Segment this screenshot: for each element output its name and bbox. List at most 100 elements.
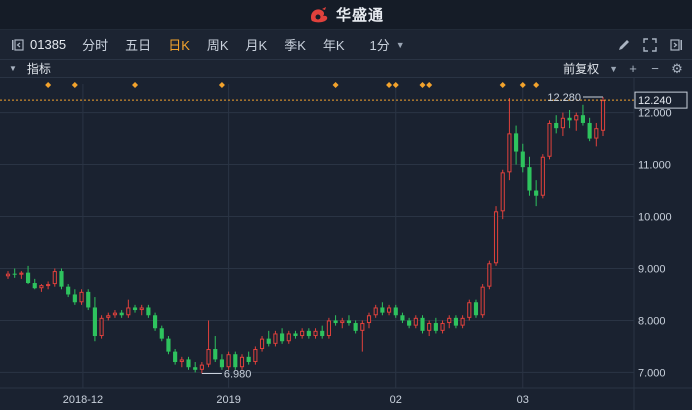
candle-body: [413, 317, 418, 326]
candle-body: [179, 359, 184, 363]
app-logo: 华盛通: [308, 4, 384, 25]
tab-daily-k[interactable]: 日K: [168, 35, 190, 54]
candle-body: [587, 122, 592, 139]
gear-icon[interactable]: ⚙: [670, 61, 684, 77]
candle-body: [373, 307, 378, 316]
x-tick-label: 2018-12: [63, 394, 103, 406]
candle-body: [547, 122, 552, 157]
candle-body: [366, 315, 372, 324]
candle-body: [86, 291, 91, 308]
candle-body: [393, 307, 398, 316]
interval-value: 1分: [369, 38, 390, 53]
candle-body: [500, 172, 505, 212]
candle-body: [554, 122, 559, 129]
tab-weekly-k[interactable]: 周K: [207, 35, 229, 54]
min-price-label: 6.980: [224, 368, 252, 380]
expand-icon[interactable]: [642, 37, 658, 53]
candle-body: [206, 349, 211, 365]
candle-body: [79, 291, 84, 303]
x-tick-label: 02: [390, 394, 402, 406]
candle-body: [153, 315, 158, 329]
candle-body: [286, 333, 291, 342]
tab-yearly-k[interactable]: 年K: [323, 35, 345, 54]
indicator-bar: ▼ 指标 前复权 ▼ + − ⚙: [0, 60, 692, 78]
candle-body: [420, 317, 425, 331]
candle-body: [473, 302, 479, 316]
candle-body: [353, 323, 358, 331]
candle-body: [487, 263, 492, 287]
tab-intraday[interactable]: 分时: [82, 35, 108, 54]
candle-body: [253, 349, 258, 363]
candle-body: [266, 338, 271, 344]
huasheng-logo-icon: [310, 6, 328, 22]
title-bar: 华盛通: [0, 0, 692, 30]
candle-body: [313, 330, 318, 337]
candle-body: [159, 328, 164, 339]
candle-body: [333, 320, 338, 324]
candle-body: [560, 117, 565, 129]
candle-body: [300, 330, 305, 337]
candle-body: [340, 320, 345, 324]
candle-body: [427, 323, 432, 331]
tab-monthly-k[interactable]: 月K: [246, 35, 268, 54]
stock-code: 01385: [30, 37, 67, 52]
current-price-label: 12.240: [638, 95, 672, 107]
candle-body: [66, 286, 71, 295]
kline-chart-svg[interactable]: 12.000 11.000 10.000 9.000 8.000 7.000 2018-12…: [0, 78, 692, 410]
add-icon[interactable]: +: [626, 61, 640, 76]
candle-body: [233, 354, 238, 368]
draw-pen-icon[interactable]: [616, 37, 632, 53]
candle-body: [5, 273, 11, 277]
candle-body: [219, 359, 225, 368]
candle-body: [447, 317, 452, 324]
candle-body: [400, 315, 405, 321]
indicator-button[interactable]: 指标: [27, 60, 51, 77]
collapse-panel-icon[interactable]: [10, 37, 26, 53]
candle-body: [186, 359, 191, 368]
candle-body: [346, 320, 352, 324]
candle-body: [460, 317, 465, 326]
x-tick-label: 03: [517, 394, 529, 406]
candle-body: [106, 315, 111, 318]
candle-body: [527, 167, 532, 191]
candle-body: [440, 323, 445, 331]
candle-body: [132, 307, 138, 311]
candle-body: [433, 323, 438, 331]
candle-body: [386, 307, 392, 313]
candle-body: [480, 286, 485, 316]
candle-body: [72, 294, 77, 303]
y-tick-label: 12.000: [638, 108, 672, 120]
candle-body: [126, 307, 131, 316]
candle-body: [259, 338, 265, 350]
candle-body: [567, 117, 572, 121]
candle-body: [239, 356, 245, 368]
candle-body: [193, 367, 198, 370]
candle-body: [280, 333, 285, 342]
minus-icon[interactable]: −: [648, 61, 662, 76]
candle-body: [467, 302, 472, 318]
y-tick-label: 10.000: [638, 212, 672, 224]
kline-chart[interactable]: 12.000 11.000 10.000 9.000 8.000 7.000 2018-12…: [0, 78, 692, 410]
y-tick-label: 11.000: [638, 160, 671, 172]
collapse-right-icon[interactable]: [668, 37, 684, 53]
candle-body: [380, 307, 385, 313]
candle-body: [39, 285, 44, 289]
chevron-down-icon: ▼: [395, 39, 405, 50]
candle-body: [306, 330, 311, 337]
candle-body: [173, 351, 178, 363]
candle-body: [166, 338, 171, 352]
chevron-down-icon: ▼: [609, 63, 618, 74]
candle-body: [493, 211, 499, 264]
candle-body: [534, 190, 539, 196]
tab-quarterly-k[interactable]: 季K: [284, 35, 306, 54]
candle-body: [520, 151, 525, 168]
chevron-down-icon[interactable]: ▼: [9, 64, 17, 73]
candle-body: [12, 273, 17, 275]
tab-five-day[interactable]: 五日: [125, 35, 151, 54]
candle-body: [139, 307, 144, 311]
candle-body: [326, 320, 331, 337]
candle-body: [112, 312, 118, 316]
candle-body: [580, 115, 586, 123]
interval-dropdown[interactable]: 1分 ▼: [370, 35, 405, 54]
price-adjust-dropdown[interactable]: 前复权 ▼: [563, 60, 618, 77]
